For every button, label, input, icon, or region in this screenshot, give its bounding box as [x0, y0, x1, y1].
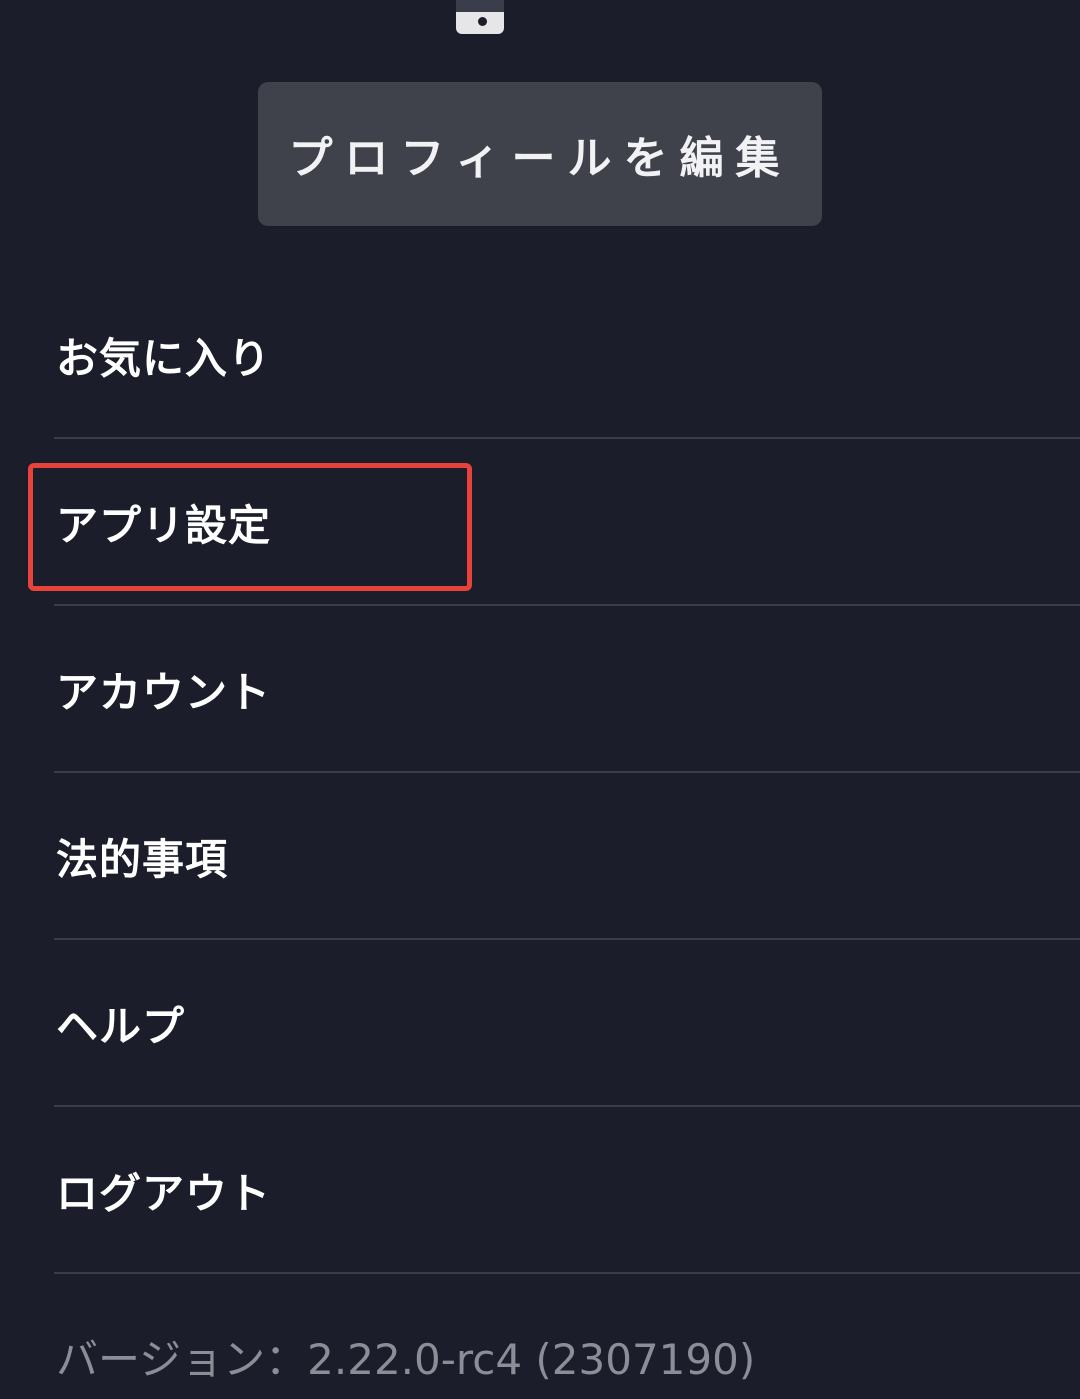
menu-item-label: ヘルプ: [56, 1002, 186, 1051]
profile-avatar[interactable]: [456, 0, 504, 34]
version-text: バージョン：2.22.0-rc4 (2307190): [56, 1335, 756, 1384]
menu-item-account[interactable]: アカウント: [0, 606, 1080, 773]
avatar-top-shade: [456, 0, 504, 12]
menu-item-label: お気に入り: [56, 334, 272, 383]
menu-item-label: アカウント: [56, 668, 272, 717]
edit-profile-button[interactable]: プロフィールを編集: [258, 82, 822, 226]
menu-item-label: 法的事項: [56, 835, 229, 884]
menu-list: お気に入り アプリ設定 アカウント 法的事項 ヘルプ ログアウト: [0, 272, 1080, 1274]
menu-item-label: アプリ設定: [56, 501, 272, 550]
account-menu-screen: プロフィールを編集 お気に入り アプリ設定 アカウント 法的事項 ヘルプ ログア…: [0, 0, 1080, 1399]
divider: [54, 1272, 1080, 1274]
menu-item-logout[interactable]: ログアウト: [0, 1107, 1080, 1274]
menu-item-label: ログアウト: [56, 1169, 272, 1218]
menu-item-legal[interactable]: 法的事項: [0, 773, 1080, 940]
menu-item-help[interactable]: ヘルプ: [0, 940, 1080, 1107]
avatar-eye-icon: [478, 17, 487, 26]
menu-item-app-settings[interactable]: アプリ設定: [0, 439, 1080, 606]
menu-item-favorites[interactable]: お気に入り: [0, 272, 1080, 439]
